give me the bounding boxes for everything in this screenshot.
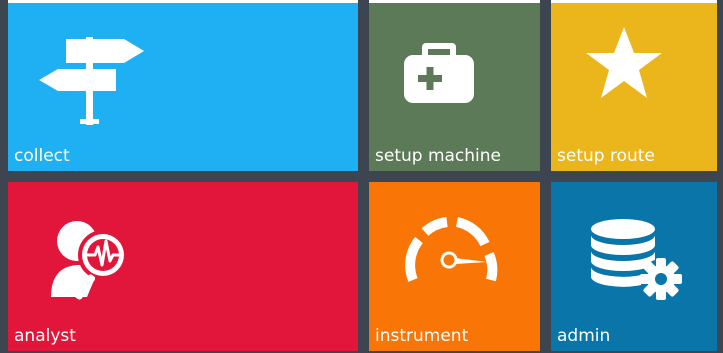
medical-case-icon xyxy=(402,39,476,105)
tile-dashboard: collect setup machine setup route analys… xyxy=(0,0,723,353)
divider-right-edge xyxy=(717,0,723,353)
setup-machine-label: setup machine xyxy=(375,146,502,166)
signpost-icon xyxy=(36,29,146,129)
collect-label: collect xyxy=(14,146,70,166)
divider-horizontal xyxy=(8,171,723,182)
star-icon xyxy=(584,25,664,101)
analyst-tile[interactable]: analyst xyxy=(8,182,358,351)
admin-tile[interactable]: admin xyxy=(551,182,717,351)
database-gear-icon xyxy=(589,217,689,307)
setup-route-tile[interactable]: setup route xyxy=(551,3,717,171)
admin-label: admin xyxy=(557,326,611,346)
collect-tile[interactable]: collect xyxy=(8,3,358,171)
instrument-tile[interactable]: instrument xyxy=(369,182,540,351)
analyst-magnifier-icon xyxy=(47,217,147,307)
setup-machine-tile[interactable]: setup machine xyxy=(369,3,540,171)
divider-left-edge xyxy=(0,0,8,353)
analyst-label: analyst xyxy=(14,326,76,346)
instrument-label: instrument xyxy=(375,326,469,346)
gauge-icon xyxy=(403,214,499,286)
setup-route-label: setup route xyxy=(557,146,655,166)
